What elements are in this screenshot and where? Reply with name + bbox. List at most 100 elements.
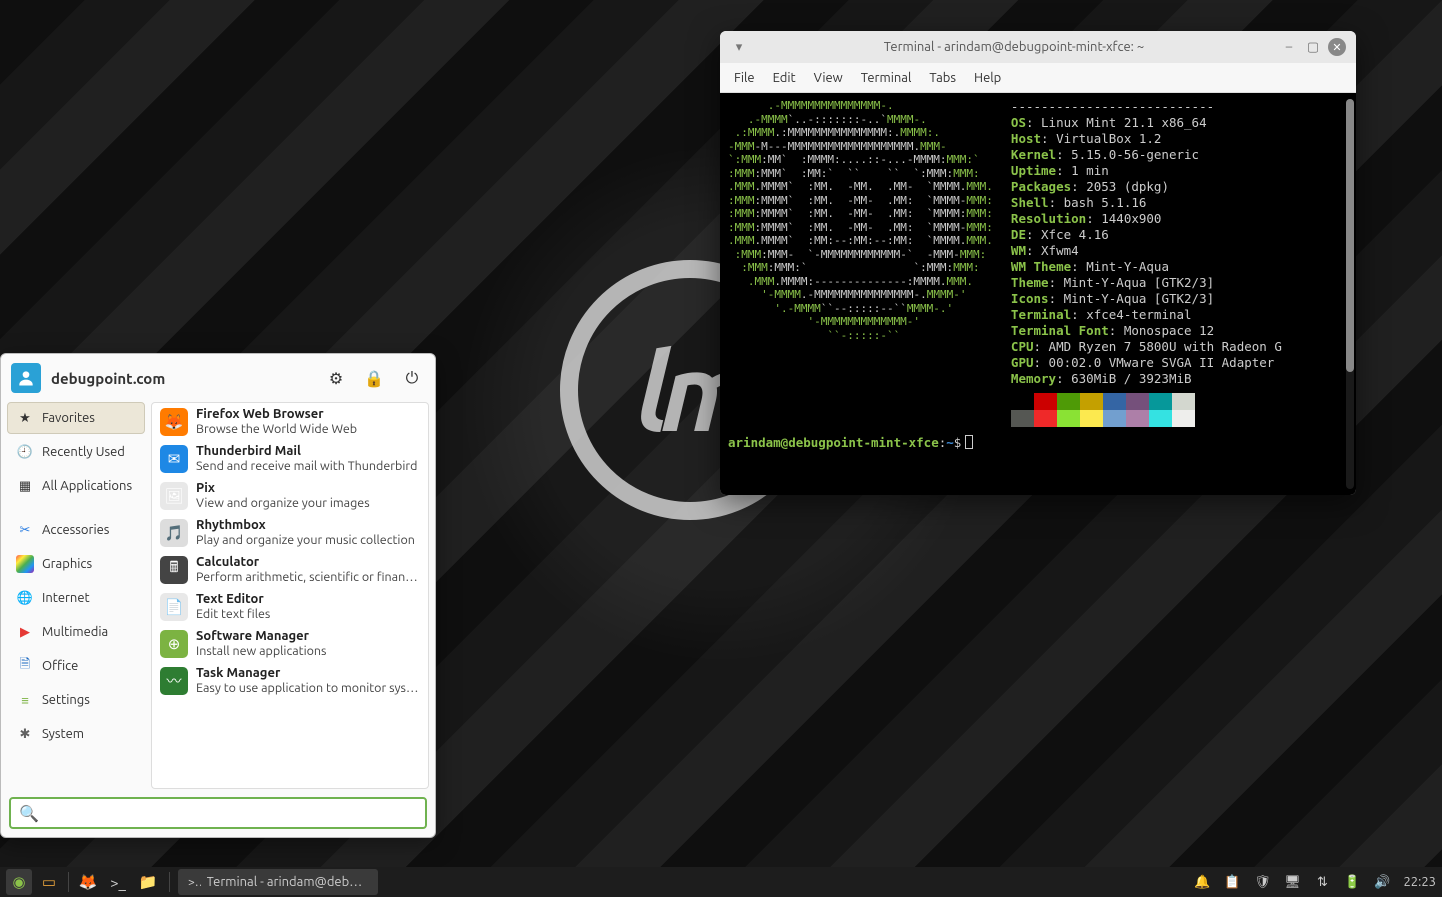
app-title: Pix bbox=[196, 481, 370, 496]
app-calculator[interactable]: 🖩CalculatorPerform arithmetic, scientifi… bbox=[152, 551, 428, 588]
category-recent[interactable]: 🕘 Recently Used bbox=[7, 436, 145, 468]
menu-view[interactable]: View bbox=[814, 71, 843, 85]
menu-edit[interactable]: Edit bbox=[773, 71, 796, 85]
thunderbird-icon: ✉ bbox=[160, 445, 188, 473]
close-button[interactable]: ✕ bbox=[1328, 38, 1346, 56]
app-taskmgr[interactable]: 〰Task ManagerEasy to use application to … bbox=[152, 662, 428, 699]
app-softwaremgr[interactable]: ⊕ Software ManagerInstall new application… bbox=[152, 625, 428, 662]
internet-icon: 🌐 bbox=[16, 589, 34, 607]
category-label: Office bbox=[42, 659, 78, 673]
category-accessories[interactable]: ✂ Accessories bbox=[7, 514, 145, 546]
terminal-window: ▾ Terminal - arindam@debugpoint-mint-xfc… bbox=[720, 31, 1356, 495]
color-palette bbox=[1011, 393, 1195, 427]
app-title: Rhythmbox bbox=[196, 518, 415, 533]
category-label: System bbox=[42, 727, 84, 741]
app-desc: View and organize your images bbox=[196, 496, 370, 510]
menu-help[interactable]: Help bbox=[974, 71, 1001, 85]
display-icon[interactable]: 🖥 bbox=[1283, 873, 1301, 891]
update-icon[interactable]: 🛡 bbox=[1253, 873, 1271, 891]
terminal-body[interactable]: .-MMMMMMMMMMMMMMM-. .-MMMM`..-:::::::-..… bbox=[720, 93, 1356, 495]
terminal-title: Terminal - arindam@debugpoint-mint-xfce:… bbox=[754, 40, 1274, 54]
app-pix[interactable]: 🖼 PixView and organize your images bbox=[152, 477, 428, 514]
battery-icon[interactable]: 🔋 bbox=[1343, 873, 1361, 891]
category-settings[interactable]: ≡ Settings bbox=[7, 684, 145, 716]
category-label: Settings bbox=[42, 693, 90, 707]
clipboard-icon[interactable]: 📋 bbox=[1223, 873, 1241, 891]
search-input[interactable] bbox=[45, 805, 417, 821]
taskbar-separator bbox=[169, 872, 170, 892]
menu-search[interactable]: 🔍 bbox=[9, 797, 427, 829]
app-desc: Perform arithmetic, scientific or financ… bbox=[196, 570, 420, 584]
files-launcher-icon[interactable]: 📁 bbox=[135, 869, 161, 895]
maximize-button[interactable]: ▢ bbox=[1304, 38, 1322, 56]
accessories-icon: ✂ bbox=[16, 521, 34, 539]
texteditor-icon: 📄 bbox=[160, 593, 188, 621]
category-label: Recently Used bbox=[42, 445, 125, 459]
taskbar-task[interactable]: >_ Terminal - arindam@debu… bbox=[178, 869, 378, 895]
settings-icon[interactable]: ⚙ bbox=[323, 365, 349, 391]
category-label: All Applications bbox=[42, 479, 132, 493]
app-desc: Play and organize your music collection bbox=[196, 533, 415, 547]
volume-icon[interactable]: 🔊 bbox=[1373, 873, 1391, 891]
terminal-scrollbar[interactable] bbox=[1346, 99, 1354, 489]
lock-icon[interactable]: 🔒 bbox=[361, 365, 387, 391]
user-avatar[interactable] bbox=[11, 363, 41, 393]
category-label: Multimedia bbox=[42, 625, 108, 639]
app-title: Thunderbird Mail bbox=[196, 444, 417, 459]
network-icon[interactable]: ⇅ bbox=[1313, 873, 1331, 891]
app-thunderbird[interactable]: ✉Thunderbird MailSend and receive mail w… bbox=[152, 440, 428, 477]
neofetch-ascii: .-MMMMMMMMMMMMMMM-. .-MMMM`..-:::::::-..… bbox=[728, 99, 993, 427]
app-desc: Edit text files bbox=[196, 607, 270, 621]
power-icon[interactable]: ⏻ bbox=[399, 365, 425, 391]
favorites-icon: ★ bbox=[16, 409, 34, 427]
category-internet[interactable]: 🌐Internet bbox=[7, 582, 145, 614]
menu-terminal[interactable]: Terminal bbox=[861, 71, 912, 85]
show-desktop-icon[interactable]: ▭ bbox=[36, 869, 62, 895]
category-label: Accessories bbox=[42, 523, 109, 537]
app-rhythmbox[interactable]: 🎵 RhythmboxPlay and organize your music c… bbox=[152, 514, 428, 551]
app-desc: Browse the World Wide Web bbox=[196, 422, 357, 436]
recent-icon: 🕘 bbox=[16, 443, 34, 461]
allapps-icon: ▦ bbox=[16, 477, 34, 495]
minimize-button[interactable]: – bbox=[1280, 38, 1298, 56]
app-title: Task Manager bbox=[196, 666, 420, 681]
category-favorites[interactable]: ★Favorites bbox=[7, 402, 145, 434]
app-desc: Install new applications bbox=[196, 644, 326, 658]
terminal-task-icon: >_ bbox=[188, 876, 201, 889]
category-office[interactable]: 🗎Office bbox=[7, 650, 145, 682]
search-icon: 🔍 bbox=[19, 804, 39, 823]
softwaremgr-icon: ⊕ bbox=[160, 630, 188, 658]
graphics-icon bbox=[16, 555, 34, 573]
app-title: Firefox Web Browser bbox=[196, 407, 357, 422]
neofetch-info: --------------------------- OS: Linux Mi… bbox=[1011, 99, 1282, 427]
notification-icon[interactable]: 🔔 bbox=[1193, 873, 1211, 891]
window-menu-icon[interactable]: ▾ bbox=[730, 38, 748, 56]
settings-icon: ≡ bbox=[16, 691, 34, 709]
app-title: Text Editor bbox=[196, 592, 270, 607]
taskmgr-icon: 〰 bbox=[160, 667, 188, 695]
menu-file[interactable]: File bbox=[734, 71, 755, 85]
category-label: Graphics bbox=[42, 557, 92, 571]
calculator-icon: 🖩 bbox=[160, 556, 188, 584]
app-list: 🦊 Firefox Web BrowserBrowse the World Wid… bbox=[151, 402, 429, 789]
category-multimedia[interactable]: ▶Multimedia bbox=[7, 616, 145, 648]
task-label: Terminal - arindam@debu… bbox=[207, 875, 368, 889]
category-allapps[interactable]: ▦ All Applications bbox=[7, 470, 145, 502]
clock[interactable]: 22:23 bbox=[1403, 875, 1436, 889]
pix-icon: 🖼 bbox=[160, 482, 188, 510]
app-texteditor[interactable]: 📄 Text EditorEdit text files bbox=[152, 588, 428, 625]
mint-menu-icon[interactable]: ◉ bbox=[6, 869, 32, 895]
rhythmbox-icon: 🎵 bbox=[160, 519, 188, 547]
system-icon: ✱ bbox=[16, 725, 34, 743]
menu-tabs[interactable]: Tabs bbox=[929, 71, 956, 85]
category-graphics[interactable]: Graphics bbox=[7, 548, 145, 580]
terminal-launcher-icon[interactable]: >_ bbox=[105, 869, 131, 895]
terminal-titlebar[interactable]: ▾ Terminal - arindam@debugpoint-mint-xfc… bbox=[720, 31, 1356, 63]
firefox-icon: 🦊 bbox=[160, 408, 188, 436]
firefox-launcher-icon[interactable]: 🦊 bbox=[75, 869, 101, 895]
application-menu: debugpoint.com ⚙🔒⏻ ★Favorites🕘Recently U… bbox=[0, 353, 436, 838]
app-title: Software Manager bbox=[196, 629, 326, 644]
app-firefox[interactable]: 🦊 Firefox Web BrowserBrowse the World Wid… bbox=[152, 403, 428, 440]
category-system[interactable]: ✱ System bbox=[7, 718, 145, 750]
category-list: ★Favorites 🕘 Recently Used ▦ All Application… bbox=[7, 402, 145, 789]
